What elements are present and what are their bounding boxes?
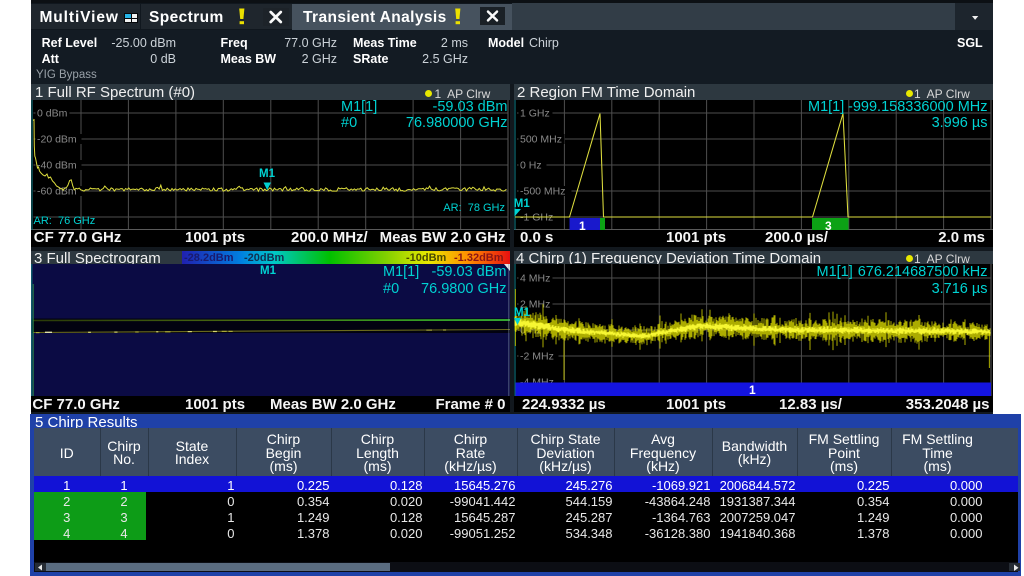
svg-text:4 MHz: 4 MHz: [520, 273, 550, 285]
svg-text:-2 MHz: -2 MHz: [520, 351, 554, 363]
